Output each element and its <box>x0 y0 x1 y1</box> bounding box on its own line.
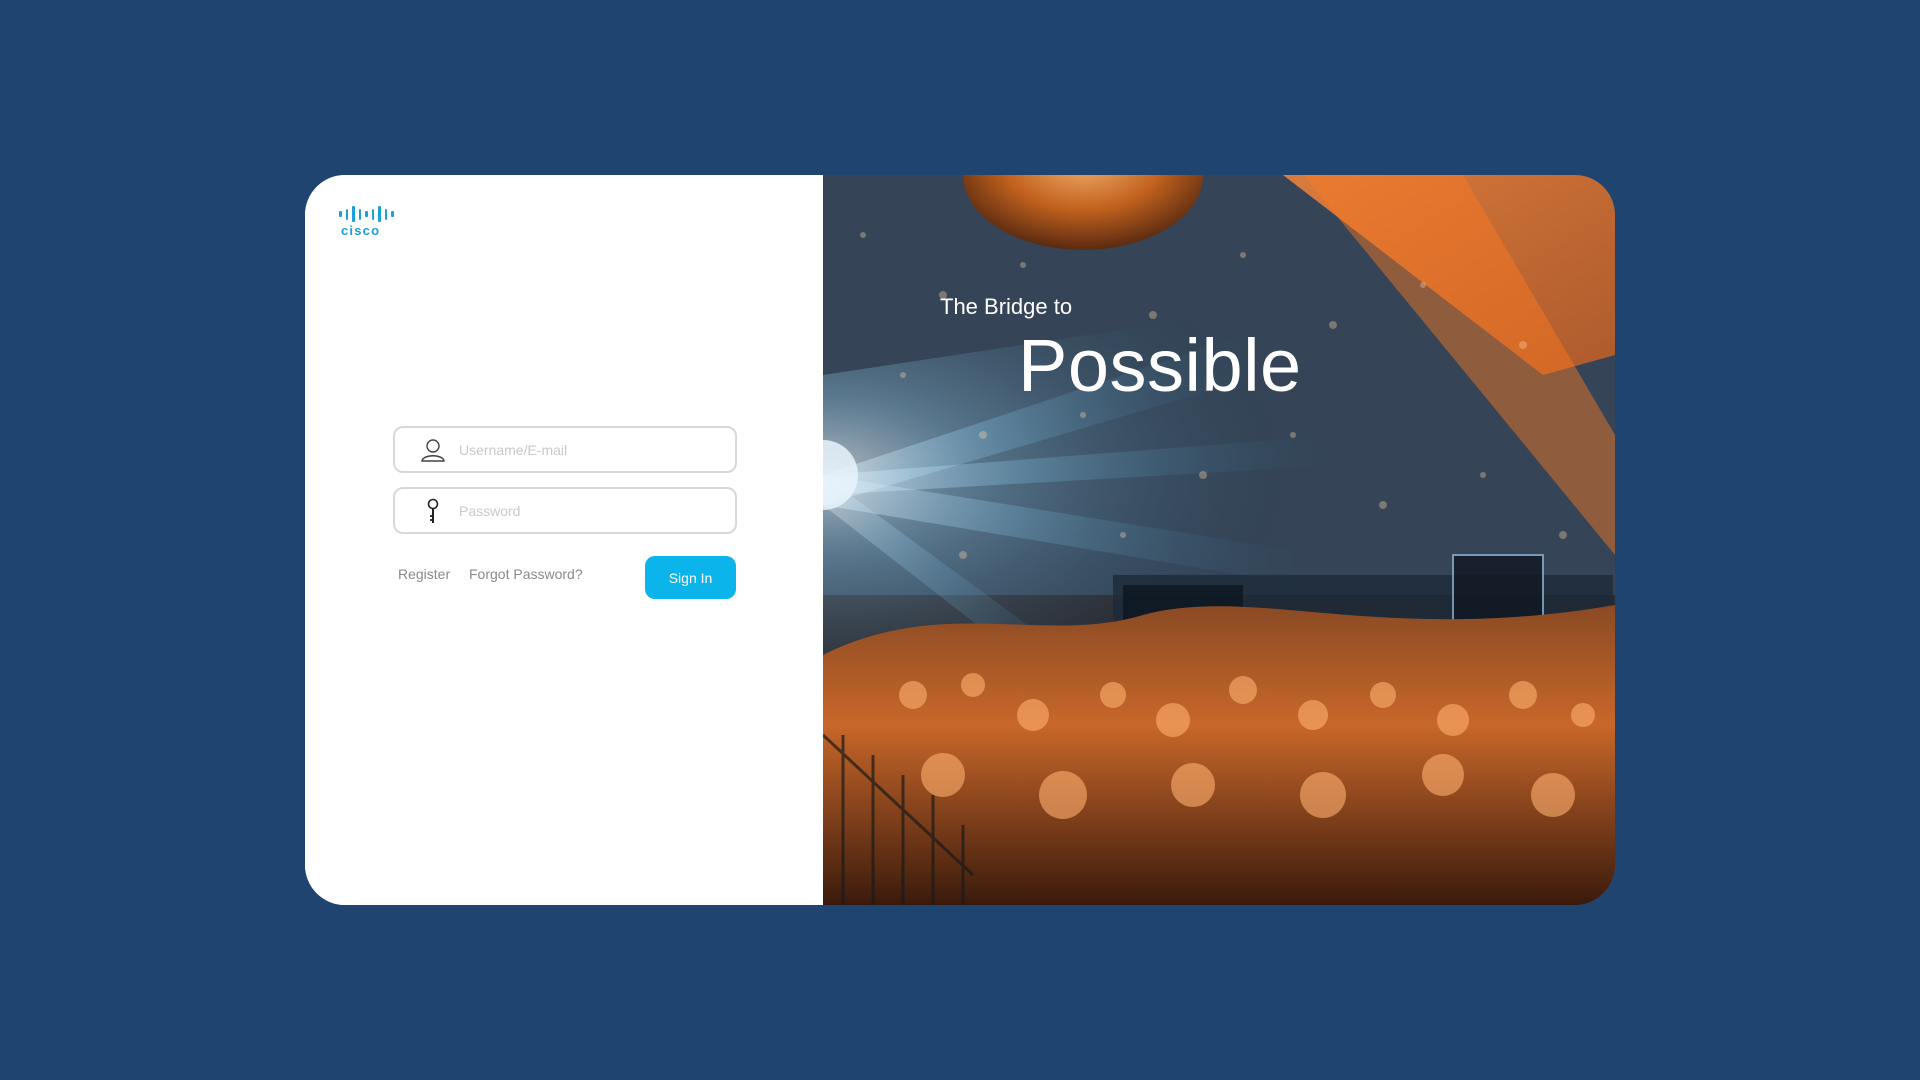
key-icon <box>419 497 447 525</box>
concert-crowd-image <box>823 175 1615 905</box>
user-icon <box>419 436 447 464</box>
username-input[interactable] <box>457 433 721 466</box>
username-field[interactable] <box>393 426 737 473</box>
sign-in-button[interactable]: Sign In <box>645 556 736 599</box>
hero-tagline-big: Possible <box>1018 324 1302 407</box>
login-card: cisco Register Forgo <box>305 175 1615 905</box>
login-panel: cisco Register Forgo <box>305 175 823 905</box>
password-field[interactable] <box>393 487 737 534</box>
hero-tagline-small: The Bridge to <box>940 294 1073 319</box>
cisco-logo-bars <box>339 206 397 222</box>
register-link[interactable]: Register <box>398 566 450 582</box>
hero-image-panel: The Bridge to Possible <box>823 175 1615 905</box>
cisco-logo: cisco <box>337 206 397 238</box>
forgot-password-link[interactable]: Forgot Password? <box>469 566 583 582</box>
password-input[interactable] <box>457 494 721 527</box>
cisco-logo-text: cisco <box>341 223 381 238</box>
